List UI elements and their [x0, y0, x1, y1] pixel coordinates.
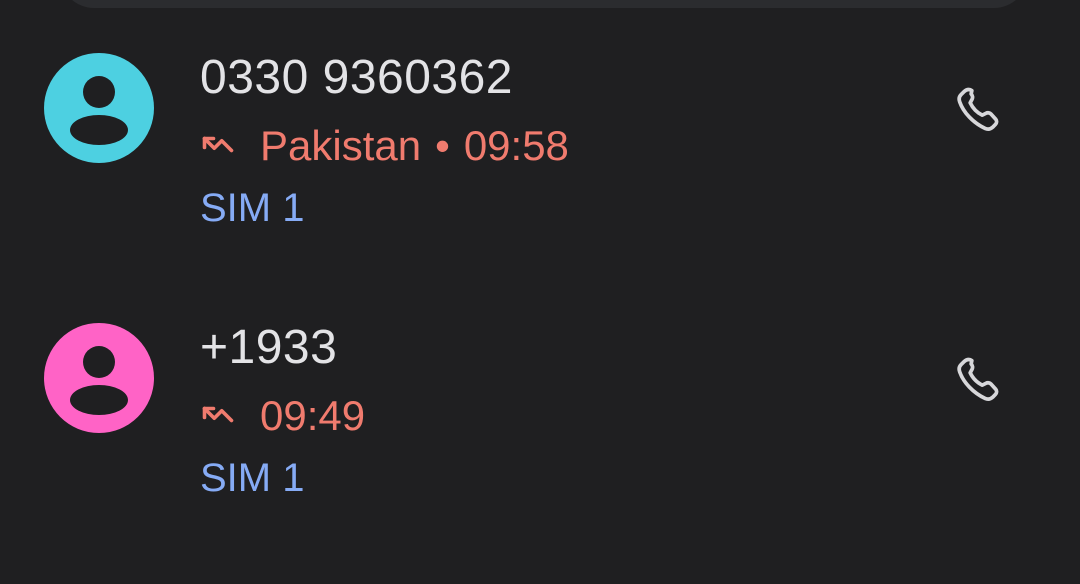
missed-call-icon — [202, 136, 234, 153]
call-time: 09:58 — [463, 122, 569, 169]
sim-label: SIM 1 — [200, 186, 305, 230]
call-location: Pakistan — [260, 122, 422, 169]
call-time: 09:49 — [260, 392, 366, 439]
call-history-screen: 0330 9360362 Pakistan • 09:58 SIM 1 +193… — [0, 0, 1080, 584]
person-icon — [70, 76, 128, 145]
detail-separator: • — [435, 122, 450, 169]
person-icon — [70, 346, 128, 415]
phone-icon — [957, 87, 999, 131]
call-details: 09:49 — [200, 392, 365, 440]
contact-avatar[interactable] — [44, 53, 154, 163]
call-back-button[interactable] — [944, 74, 1016, 146]
missed-call-icon — [202, 406, 234, 423]
caller-number: 0330 9360362 — [200, 51, 513, 104]
sim-label: SIM 1 — [200, 456, 305, 500]
contact-avatar[interactable] — [44, 323, 154, 433]
phone-icon — [957, 357, 999, 401]
caller-number: +1933 — [200, 321, 338, 374]
call-back-button[interactable] — [944, 344, 1016, 416]
call-details: Pakistan • 09:58 — [200, 122, 569, 170]
call-log-item[interactable]: +1933 09:49 SIM 1 — [0, 300, 1080, 550]
call-log-item[interactable]: 0330 9360362 Pakistan • 09:58 SIM 1 — [0, 30, 1080, 280]
search-bar[interactable] — [60, 0, 1028, 8]
